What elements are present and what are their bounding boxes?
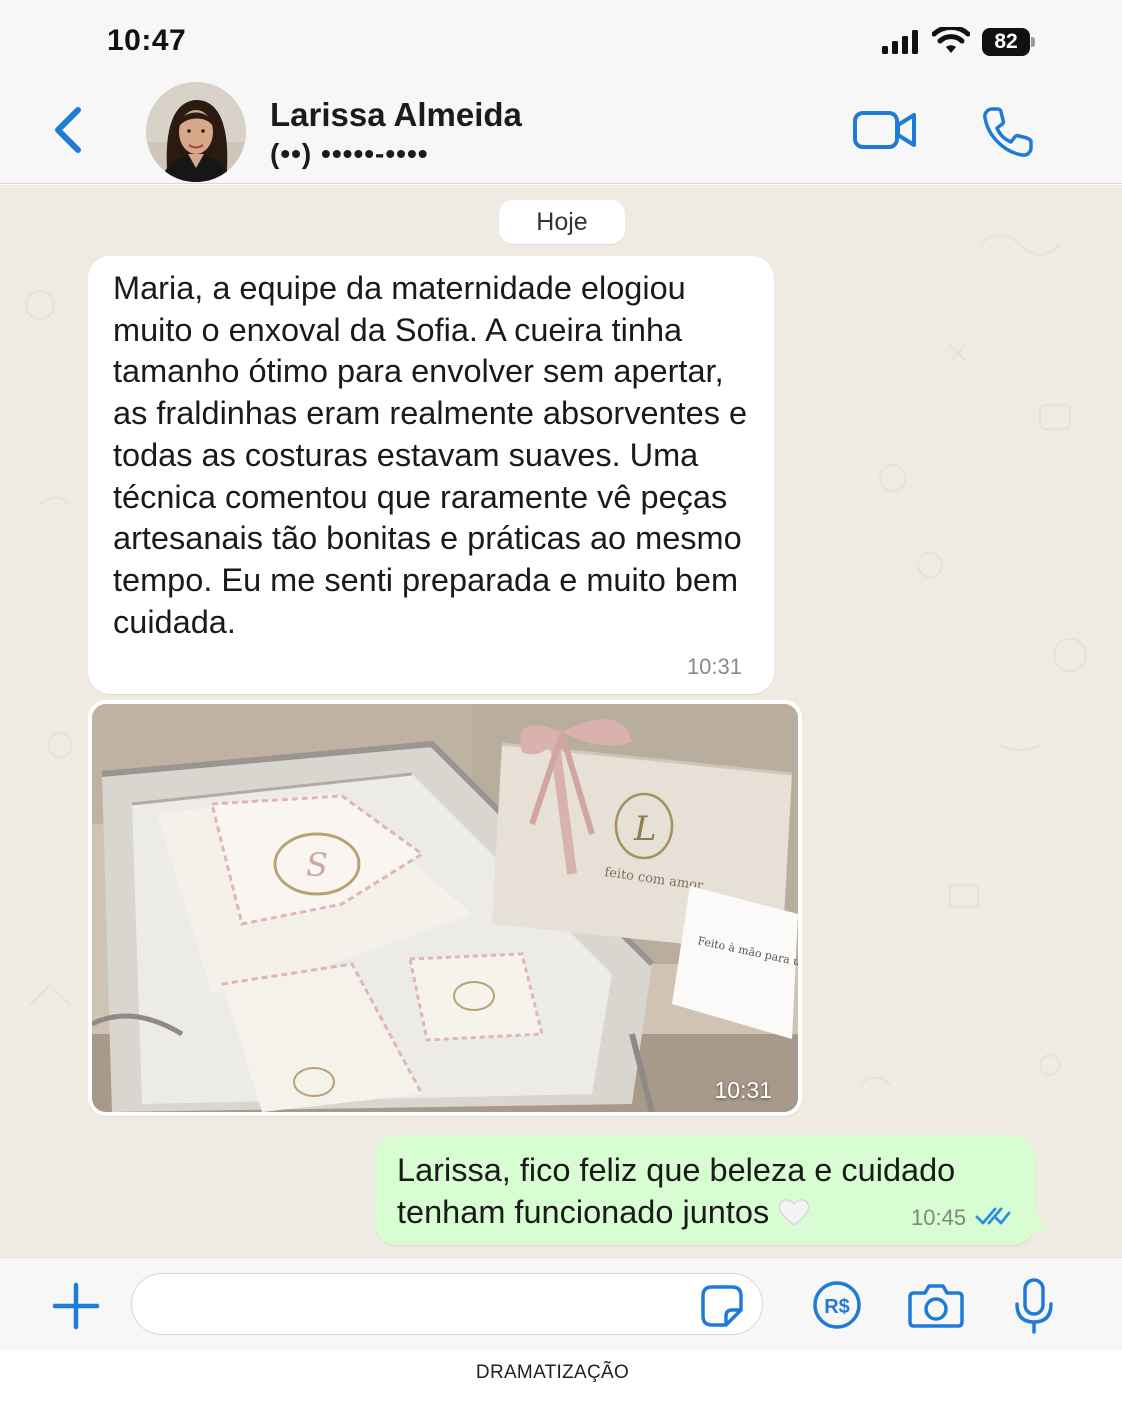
battery-icon: 82 [982,28,1035,56]
disclaimer-text: DRAMATIZAÇÃO [475,1362,630,1383]
incoming-message-bubble[interactable]: Maria, a equipe da maternidade elogiou m… [88,256,774,694]
microphone-icon[interactable] [1014,1278,1054,1334]
sticker-icon[interactable] [700,1284,744,1328]
message-text: Maria, a equipe da maternidade elogiou m… [113,270,748,640]
image-time: 10:31 [714,1077,772,1103]
cellular-signal-icon [882,30,918,54]
outgoing-message-bubble[interactable]: Larissa, fico feliz que beleza e cuidado… [375,1135,1035,1245]
avatar[interactable] [146,82,246,182]
blanket-monogram: S [306,846,328,884]
footer: DRAMATIZAÇÃO [0,1350,1122,1402]
battery-level: 82 [982,28,1030,56]
back-chevron-icon[interactable] [48,104,88,156]
white-heart-emoji-icon [778,1199,810,1226]
message-text-content: Larissa, fico feliz que beleza e cuidado… [397,1152,956,1230]
contact-phone: (••) •••••-•••• [270,138,429,169]
baby-layette-photo[interactable]: S L feito com amor Feito à mão para um a… [92,704,798,1112]
message-time: 10:31 [686,654,742,679]
date-pill: Hoje [499,200,625,244]
contact-name[interactable]: Larissa Almeida [270,96,522,134]
pix-payment-icon[interactable]: R$ [812,1280,862,1330]
plus-icon[interactable] [52,1282,100,1330]
message-input[interactable] [131,1273,763,1335]
phone-call-icon[interactable] [980,104,1036,160]
chat-area[interactable]: Hoje Maria, a equipe da maternidade elog… [0,185,1122,1257]
message-time: 10:45 [911,1205,967,1230]
message-input-bar: R$ [0,1257,1122,1350]
double-check-read-icon [975,1207,1011,1225]
status-time: 10:47 [107,24,187,57]
incoming-image-message[interactable]: S L feito com amor Feito à mão para um a… [88,700,802,1116]
video-call-icon[interactable] [852,108,918,152]
chat-header: Larissa Almeida (••) •••••-•••• [0,82,1122,184]
gift-box-monogram: L [633,809,657,849]
wifi-icon [932,27,970,53]
status-bar: 10:47 82 [0,0,1122,84]
camera-icon[interactable] [908,1282,964,1328]
svg-text:R$: R$ [824,1296,850,1318]
bubble-tail [1025,1195,1051,1235]
